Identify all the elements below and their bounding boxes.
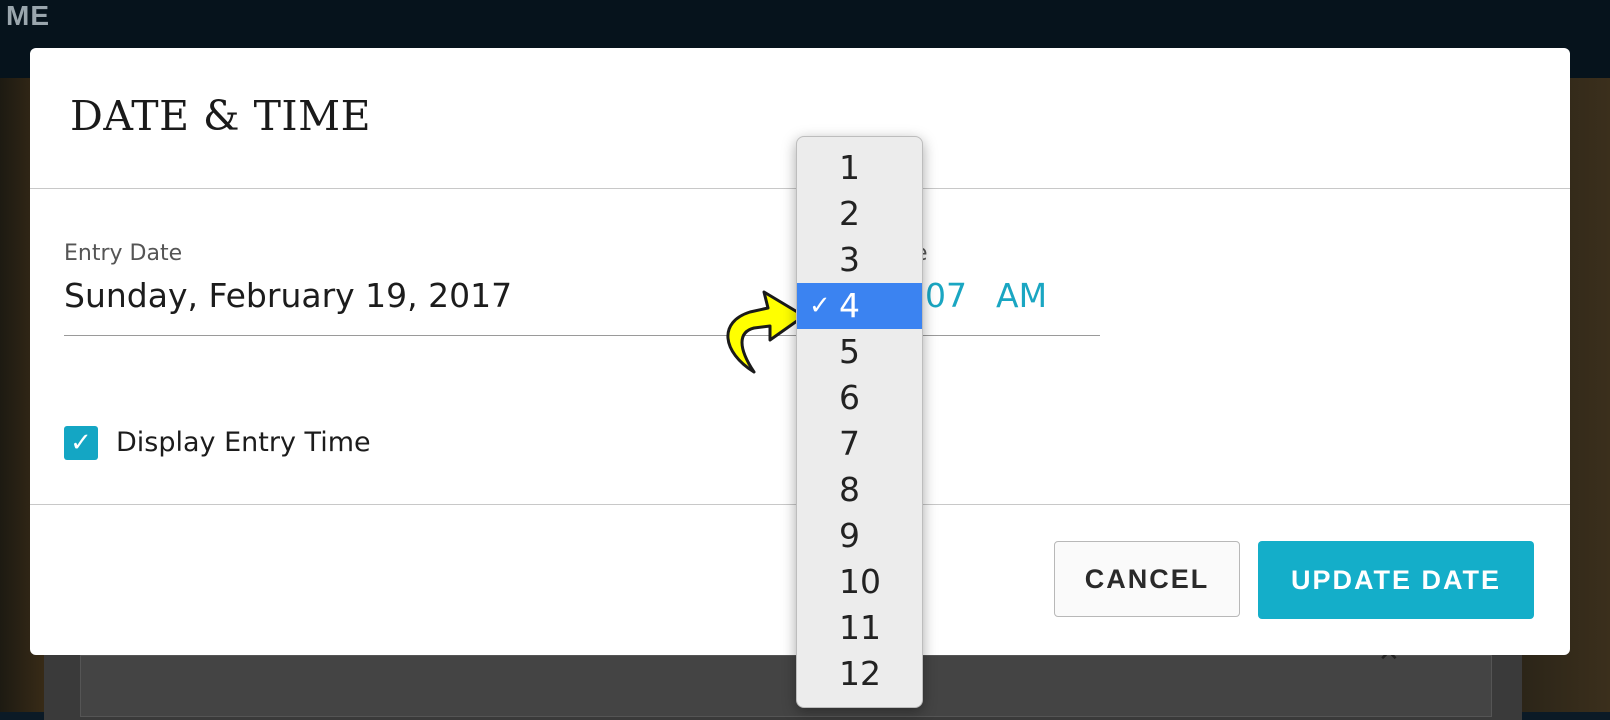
hour-option-label: 10 bbox=[839, 562, 881, 601]
hour-option[interactable]: 8 bbox=[797, 467, 922, 513]
hour-dropdown-list[interactable]: 1 2 3 ✓ 4 5 6 7 8 9 10 11 12 bbox=[796, 136, 923, 708]
hour-option-label: 1 bbox=[839, 148, 860, 187]
hour-option[interactable]: 2 bbox=[797, 191, 922, 237]
hour-option-label: 8 bbox=[839, 470, 860, 509]
background-panel-inner bbox=[80, 655, 1492, 717]
hour-option[interactable]: 10 bbox=[797, 559, 922, 605]
hour-option-label: 5 bbox=[839, 332, 860, 371]
hour-option-label: 4 bbox=[839, 286, 860, 325]
hour-option[interactable]: 6 bbox=[797, 375, 922, 421]
hour-option[interactable]: 5 bbox=[797, 329, 922, 375]
display-entry-time-label[interactable]: Display Entry Time bbox=[116, 427, 371, 458]
checkmark-icon: ✓ bbox=[809, 291, 831, 321]
minute-select[interactable]: 07 bbox=[925, 276, 967, 315]
hour-option-label: 6 bbox=[839, 378, 860, 417]
hour-option[interactable]: ✓ 4 bbox=[797, 283, 922, 329]
hour-option-label: 12 bbox=[839, 654, 881, 693]
hour-option[interactable]: 12 bbox=[797, 651, 922, 697]
hour-option[interactable]: 9 bbox=[797, 513, 922, 559]
hour-option-label: 2 bbox=[839, 194, 860, 233]
display-entry-time-checkbox[interactable]: ✓ bbox=[64, 426, 98, 460]
hour-option[interactable]: 7 bbox=[797, 421, 922, 467]
hour-option-label: 3 bbox=[839, 240, 860, 279]
entry-date-underline bbox=[64, 335, 804, 336]
ampm-select[interactable]: AM bbox=[996, 276, 1047, 315]
hour-option[interactable]: 3 bbox=[797, 237, 922, 283]
entry-date-label: Entry Date bbox=[64, 241, 183, 266]
update-date-button[interactable]: UPDATE DATE bbox=[1258, 541, 1534, 619]
checkmark-icon: ✓ bbox=[70, 428, 92, 458]
dialog-title: DATE & TIME bbox=[70, 92, 372, 140]
app-title-partial: ME bbox=[6, 0, 50, 31]
entry-time-underline bbox=[900, 335, 1100, 336]
cancel-button[interactable]: CANCEL bbox=[1054, 541, 1240, 617]
hour-option-label: 11 bbox=[839, 608, 881, 647]
hour-option-label: 7 bbox=[839, 424, 860, 463]
entry-date-field[interactable]: Sunday, February 19, 2017 bbox=[64, 276, 512, 315]
hour-option-label: 9 bbox=[839, 516, 860, 555]
hour-option[interactable]: 1 bbox=[797, 145, 922, 191]
hour-option[interactable]: 11 bbox=[797, 605, 922, 651]
